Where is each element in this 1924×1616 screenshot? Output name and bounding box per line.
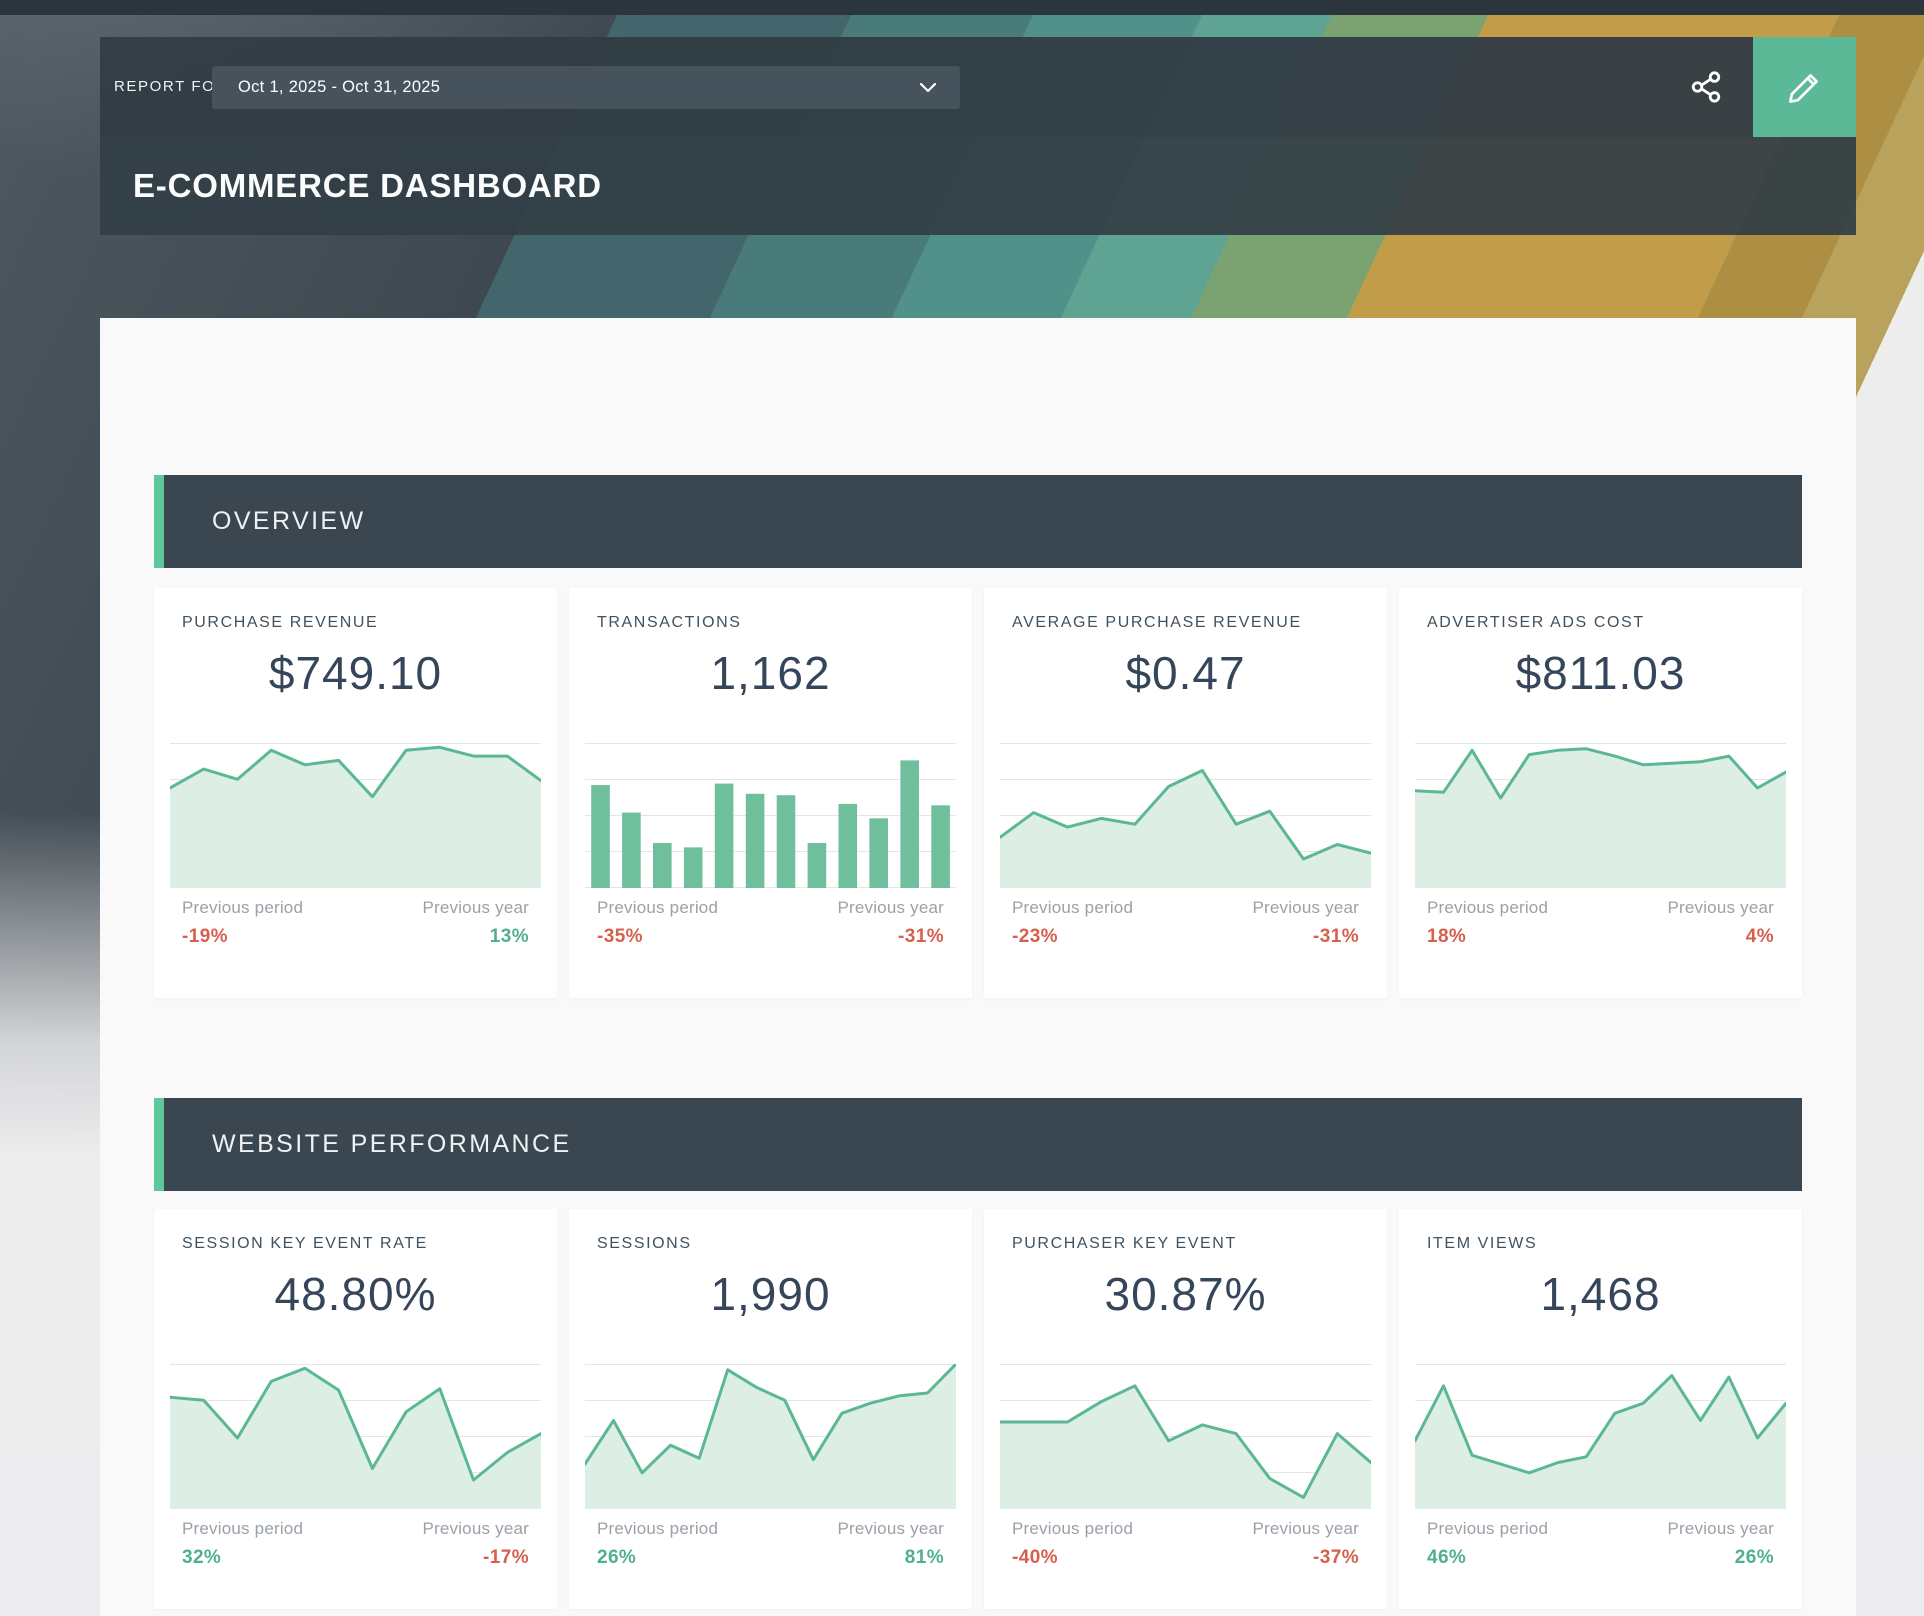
edit-button[interactable] <box>1753 37 1856 137</box>
overview-cards-row: PURCHASE REVENUE $749.10 Previous period -1… <box>100 588 1856 998</box>
metric-value: $811.03 <box>1399 646 1802 700</box>
metric-value: 1,990 <box>569 1267 972 1321</box>
comparison-row: Previous period 32% Previous year -17% <box>182 1519 529 1569</box>
previous-period-label: Previous period <box>182 898 303 918</box>
page-title: E-COMMERCE DASHBOARD <box>133 137 602 235</box>
date-range-dropdown[interactable]: Oct 1, 2025 - Oct 31, 2025 <box>212 66 960 109</box>
metric-card-average-purchase-revenue: AVERAGE PURCHASE REVENUE $0.47 Previous pe… <box>984 588 1387 998</box>
previous-year-label: Previous year <box>837 898 944 918</box>
previous-year-label: Previous year <box>1252 898 1359 918</box>
comparison-row: Previous period -40% Previous year -37% <box>1012 1519 1359 1569</box>
metric-card-purchase-revenue: PURCHASE REVENUE $749.10 Previous period -1… <box>154 588 557 998</box>
previous-year-value: -31% <box>898 926 944 948</box>
top-strip <box>0 0 1924 15</box>
sparkline-chart <box>170 1364 541 1509</box>
metric-title: PURCHASE REVENUE <box>182 614 378 632</box>
comparison-row: Previous period -23% Previous year -31% <box>1012 898 1359 948</box>
previous-period-label: Previous period <box>597 898 718 918</box>
share-button[interactable] <box>1686 67 1726 107</box>
section-header-overview: OVERVIEW <box>154 475 1802 568</box>
previous-year-label: Previous year <box>1252 1519 1359 1539</box>
previous-year-label: Previous year <box>422 898 529 918</box>
previous-year-label: Previous year <box>1667 898 1774 918</box>
metric-value: 1,162 <box>569 646 972 700</box>
previous-period-value: -35% <box>597 926 718 948</box>
previous-year-value: 4% <box>1746 926 1774 948</box>
metric-card-advertiser-ads-cost: ADVERTISER ADS COST $811.03 Previous perio… <box>1399 588 1802 998</box>
chevron-down-icon <box>920 83 936 92</box>
previous-period-label: Previous period <box>1427 1519 1548 1539</box>
previous-period-value: 18% <box>1427 926 1548 948</box>
previous-period-value: -23% <box>1012 926 1133 948</box>
metric-card-item-views: ITEM VIEWS1,468Previous period46%Previou… <box>1399 1209 1802 1609</box>
metric-title: PURCHASER KEY EVENT <box>1012 1235 1237 1253</box>
comparison-row: Previous period -19% Previous year 13% <box>182 898 529 948</box>
metric-title: ITEM VIEWS <box>1427 1235 1537 1253</box>
comparison-row: Previous period -35% Previous year -31% <box>597 898 944 948</box>
pencil-icon <box>1787 69 1823 105</box>
previous-year-value: 13% <box>490 926 529 948</box>
metric-value: 48.80% <box>154 1267 557 1321</box>
sparkline-chart <box>585 743 956 888</box>
metric-title: TRANSACTIONS <box>597 614 742 632</box>
previous-period-label: Previous period <box>1012 1519 1133 1539</box>
previous-year-value: -31% <box>1313 926 1359 948</box>
section-title: WEBSITE PERFORMANCE <box>212 1098 572 1191</box>
previous-period-label: Previous period <box>1012 898 1133 918</box>
previous-period-label: Previous period <box>182 1519 303 1539</box>
metric-title: ADVERTISER ADS COST <box>1427 614 1645 632</box>
report-for-label: REPORT FOR <box>114 37 228 137</box>
previous-year-value: -17% <box>483 1547 529 1569</box>
previous-year-label: Previous year <box>422 1519 529 1539</box>
report-toolbar: REPORT FOR Oct 1, 2025 - Oct 31, 2025 <box>100 37 1753 137</box>
previous-year-value: 26% <box>1735 1547 1774 1569</box>
sparkline-chart <box>585 1364 956 1509</box>
metric-value: 1,468 <box>1399 1267 1802 1321</box>
previous-period-value: -19% <box>182 926 303 948</box>
title-band: E-COMMERCE DASHBOARD <box>100 137 1856 235</box>
metric-value: $0.47 <box>984 646 1387 700</box>
section-header-website-performance: WEBSITE PERFORMANCE <box>154 1098 1802 1191</box>
previous-period-value: -40% <box>1012 1547 1133 1569</box>
metric-card-session-key-event-rate: SESSION KEY EVENT RATE 48.80% Previous per… <box>154 1209 557 1609</box>
previous-period-value: 26% <box>597 1547 718 1569</box>
comparison-row: Previous period 18% Previous year 4% <box>1427 898 1774 948</box>
metric-title: SESSION KEY EVENT RATE <box>182 1235 428 1253</box>
previous-period-value: 32% <box>182 1547 303 1569</box>
comparison-row: Previous period 26% Previous year 81% <box>597 1519 944 1569</box>
sparkline-chart <box>170 743 541 888</box>
previous-year-value: 81% <box>905 1547 944 1569</box>
metric-title: SESSIONS <box>597 1235 692 1253</box>
date-range-value: Oct 1, 2025 - Oct 31, 2025 <box>238 66 440 109</box>
sparkline-chart <box>1415 1364 1786 1509</box>
metric-title: AVERAGE PURCHASE REVENUE <box>1012 614 1302 632</box>
previous-year-label: Previous year <box>1667 1519 1774 1539</box>
metric-card-purchaser-key-event: PURCHASER KEY EVENT 30.87% Previous period… <box>984 1209 1387 1609</box>
previous-period-label: Previous period <box>597 1519 718 1539</box>
sparkline-chart <box>1415 743 1786 888</box>
report-body: OVERVIEW PURCHASE REVENUE $749.10 Previous… <box>100 318 1856 1616</box>
previous-year-value: -37% <box>1313 1547 1359 1569</box>
metric-card-sessions: SESSIONS1,990Previous period26%Previous … <box>569 1209 972 1609</box>
website-performance-cards-row: SESSION KEY EVENT RATE 48.80% Previous per… <box>100 1209 1856 1609</box>
previous-year-label: Previous year <box>837 1519 944 1539</box>
sparkline-chart <box>1000 743 1371 888</box>
share-icon <box>1689 70 1723 104</box>
previous-period-label: Previous period <box>1427 898 1548 918</box>
previous-period-value: 46% <box>1427 1547 1548 1569</box>
comparison-row: Previous period 46% Previous year 26% <box>1427 1519 1774 1569</box>
sparkline-chart <box>1000 1364 1371 1509</box>
metric-card-transactions: TRANSACTIONS1,162Previous period-35%Prev… <box>569 588 972 998</box>
metric-value: $749.10 <box>154 646 557 700</box>
section-title: OVERVIEW <box>212 475 366 568</box>
metric-value: 30.87% <box>984 1267 1387 1321</box>
dashboard-page: REPORT FOR Oct 1, 2025 - Oct 31, 2025 <box>0 0 1924 1616</box>
